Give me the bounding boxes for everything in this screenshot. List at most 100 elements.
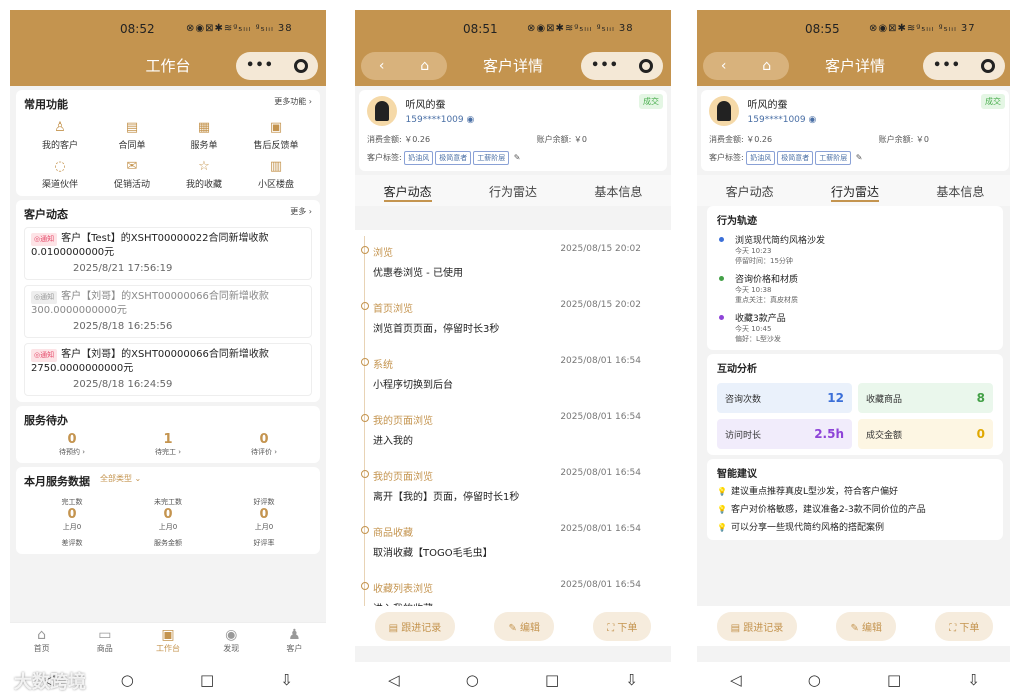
status-icons: ⊗◉⊠✱≋ᵍ₅ₗᵢₗ ᵍ₅ₗᵢₗ 38: [186, 23, 293, 34]
phone-customer-detail: 08:51 ⊗◉⊠✱≋ᵍ₅ₗᵢₗ ᵍ₅ₗᵢₗ 38 ‹ ⌂ 客户详情 ••• 成交…: [355, 10, 671, 698]
common-functions: 常用功能 更多功能 › ♙ 我的客户 ▤ 合同单 ▦ 服务单 ▣ 售后反馈单 ◌ 渠道伙伴 …: [16, 90, 320, 196]
order-button[interactable]: ⛶ 下单: [593, 611, 652, 641]
page-title: 客户详情: [824, 57, 885, 75]
tab-dynamics[interactable]: 客户动态: [726, 183, 774, 202]
timeline-item: 首页浏览 2025/08/15 20:02 浏览首页页面，停留时长3秒: [361, 300, 641, 335]
page-title: 客户详情: [482, 57, 543, 75]
track-dot: [719, 315, 724, 320]
edit-icon[interactable]: ✎: [856, 153, 863, 162]
func-promo[interactable]: ✉ 促销活动: [96, 159, 168, 190]
home-icon[interactable]: ⌂: [420, 46, 429, 86]
header: ‹ ⌂ 客户详情 •••: [697, 46, 1010, 86]
func-contract[interactable]: ▤ 合同单: [96, 120, 168, 151]
more-functions-link[interactable]: 更多功能 ›: [274, 96, 312, 112]
todo-pending-appointment[interactable]: 0 待预约 ›: [24, 432, 120, 457]
track-dot: [719, 276, 724, 281]
func-favorites[interactable]: ☆ 我的收藏: [168, 159, 240, 190]
customer-name: 听风的蚕: [405, 100, 446, 111]
watermark: 大数跨境: [14, 672, 86, 693]
tab-home[interactable]: ⌂ 首页: [10, 623, 73, 662]
status-bar: 08:52 ⊗◉⊠✱≋ᵍ₅ₗᵢₗ ᵍ₅ₗᵢₗ 38: [10, 10, 326, 46]
eye-icon[interactable]: ◉: [809, 115, 817, 125]
contract-icon: ▤: [125, 120, 139, 135]
back-arrow-icon[interactable]: ‹: [379, 46, 385, 86]
func-feedback[interactable]: ▣ 售后反馈单: [240, 120, 312, 151]
recent-icon[interactable]: □: [200, 671, 214, 689]
tab-workbench[interactable]: ▣ 工作台: [136, 623, 199, 662]
track-item: 收藏3款产品 今天 10:45 偏好：L型沙发: [717, 311, 993, 344]
tab-basic-info[interactable]: 基本信息: [936, 183, 984, 202]
timeline-dot: [361, 526, 369, 534]
follow-up-button[interactable]: ▤ 跟进记录: [374, 611, 456, 641]
tab-basic-info[interactable]: 基本信息: [594, 183, 642, 202]
nav-pill: ‹ ⌂: [703, 52, 789, 80]
interaction-metric: 收藏商品 8: [858, 383, 993, 413]
follow-up-button[interactable]: ▤ 跟进记录: [716, 611, 798, 641]
close-circle-icon[interactable]: [293, 59, 308, 73]
tab-radar[interactable]: 行为雷达: [830, 183, 879, 202]
type-filter[interactable]: 全部类型 ⌄: [100, 473, 141, 489]
customer-tag: 极简意者: [435, 151, 472, 165]
recent-icon[interactable]: □: [887, 671, 901, 689]
func-service[interactable]: ▦ 服务单: [168, 120, 240, 151]
home-circle-icon[interactable]: ○: [808, 671, 821, 689]
bottom-tabbar: ⌂ 首页 ▭ 商品 ▣ 工作台 ◉ 发现 ♟ 客户: [10, 622, 326, 662]
header: 工作台 •••: [10, 46, 326, 86]
notice-item[interactable]: ◎通知 客户【刘哥】的XSHT00000066合同新增收款300.00000000…: [24, 285, 312, 338]
avatar: [709, 96, 739, 126]
back-icon[interactable]: ◁: [388, 671, 400, 689]
func-my-customers[interactable]: ♙ 我的客户: [24, 120, 96, 151]
mini-capsule[interactable]: •••: [923, 52, 1005, 80]
track-item: 浏览现代简约风格沙发 今天 10:23 停留时间：15分钟: [717, 233, 993, 266]
tab-customer[interactable]: ♟ 客户: [263, 623, 326, 662]
func-partners[interactable]: ◌ 渠道伙伴: [24, 159, 96, 190]
edit-button[interactable]: ✎ 编辑: [494, 611, 554, 641]
more-dots-icon[interactable]: •••: [246, 46, 274, 86]
section-title: 常用功能: [24, 98, 68, 111]
tab-dynamics[interactable]: 客户动态: [383, 183, 432, 202]
notice-item[interactable]: ◎通知 客户【Test】的XSHT00000022合同新增收款0.01000000…: [24, 227, 312, 280]
mini-capsule[interactable]: •••: [236, 52, 318, 80]
nav-pill: ‹ ⌂: [361, 52, 447, 80]
status-badge: 成交: [639, 94, 663, 109]
mini-capsule[interactable]: •••: [581, 52, 663, 80]
system-nav: ◁ ○ □ ⇩: [355, 662, 671, 698]
edit-button[interactable]: ✎ 编辑: [836, 611, 896, 641]
workbench-icon: ▣: [161, 627, 175, 643]
close-circle-icon: [980, 59, 995, 73]
home-circle-icon[interactable]: ○: [466, 671, 479, 689]
partner-icon: ◌: [54, 159, 66, 174]
back-arrow-icon[interactable]: ‹: [721, 46, 727, 86]
tab-discover[interactable]: ◉ 发现: [200, 623, 263, 662]
more-link[interactable]: 更多 ›: [290, 206, 312, 222]
tab-products[interactable]: ▭ 商品: [73, 623, 136, 662]
more-dots-icon: •••: [591, 58, 619, 73]
customer-tag: 奶油风: [404, 151, 434, 165]
home-circle-icon[interactable]: ○: [121, 671, 134, 689]
back-icon[interactable]: ◁: [730, 671, 742, 689]
order-button[interactable]: ⛶ 下单: [935, 611, 994, 641]
status-badge: 成交: [981, 94, 1005, 109]
eye-icon[interactable]: ◉: [467, 115, 475, 125]
home-icon[interactable]: ⌂: [762, 46, 771, 86]
sofa-icon: ▭: [98, 627, 112, 643]
customer-card: 成交 听风的蚕 159****1009 ◉ 消费金额: ￥0.26 账户余额: ￥0…: [701, 90, 1009, 171]
avatar: [367, 96, 397, 126]
todo-pending-completion[interactable]: 1 待完工 ›: [120, 432, 216, 457]
todo-pending-review[interactable]: 0 待评价 ›: [216, 432, 312, 457]
recent-icon[interactable]: □: [545, 671, 559, 689]
func-estates[interactable]: ▥ 小区楼盘: [240, 159, 312, 190]
interaction-metric: 访问时长 2.5h: [717, 419, 852, 449]
timeline-item: 系统 2025/08/01 16:54 小程序切换到后台: [361, 356, 641, 391]
track-dot: [719, 237, 724, 242]
edit-icon[interactable]: ✎: [514, 153, 521, 162]
menu-down-icon[interactable]: ⇩: [967, 671, 980, 689]
notice-item[interactable]: ◎通知 客户【刘哥】的XSHT00000066合同新增收款2750.0000000…: [24, 343, 312, 396]
menu-down-icon[interactable]: ⇩: [625, 671, 638, 689]
interaction-metric: 咨询次数 12: [717, 383, 852, 413]
stat-item: 完工数 0 上月0: [61, 498, 83, 531]
service-icon: ▦: [197, 120, 211, 135]
menu-down-icon[interactable]: ⇩: [280, 671, 293, 689]
tab-radar[interactable]: 行为雷达: [489, 183, 537, 202]
customer-tag: 工薪阶层: [473, 151, 510, 165]
